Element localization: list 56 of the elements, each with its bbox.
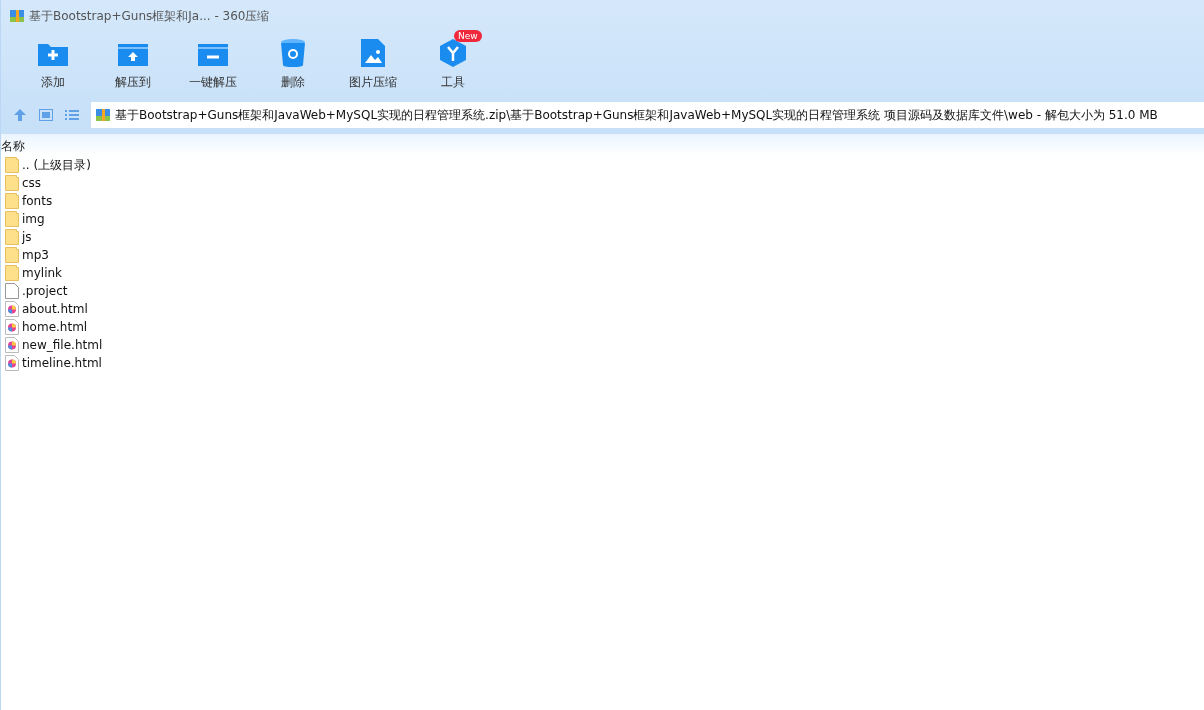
- folder-icon: [5, 229, 19, 245]
- file-name: .. (上级目录): [22, 156, 91, 174]
- recycle-bin-icon: [280, 38, 306, 68]
- archive-path: 基于Bootstrap+Guns框架和JavaWeb+MySQL实现的日程管理系统.zip\基于Bootstrap+Guns框架和JavaWeb+MySQL实现的日程管理系统 项目源码及数据库文件\web - 解包大小为 51.0 MB: [115, 106, 1158, 124]
- file-name: home.html: [22, 320, 88, 334]
- image-file-icon: [360, 38, 386, 68]
- file-name: new_file.html: [22, 338, 103, 352]
- file-row[interactable]: .project: [5, 282, 1204, 300]
- file-name: timeline.html: [22, 356, 102, 370]
- html-file-icon: [5, 301, 19, 317]
- file-row[interactable]: fonts: [5, 192, 1204, 210]
- file-name: img: [22, 212, 45, 226]
- file-name: mp3: [22, 248, 49, 262]
- archive-icon: [95, 107, 111, 123]
- html-file-icon: [5, 355, 19, 371]
- file-row[interactable]: .. (上级目录): [5, 156, 1204, 174]
- html-file-icon: [5, 319, 19, 335]
- file-name: css: [22, 176, 42, 190]
- file-row[interactable]: timeline.html: [5, 354, 1204, 372]
- column-title[interactable]: 名称: [1, 137, 25, 155]
- address-bar[interactable]: 基于Bootstrap+Guns框架和JavaWeb+MySQL实现的日程管理系统.zip\基于Bootstrap+Guns框架和JavaWeb+MySQL实现的日程管理系统 项目源码及数据库文件\web - 解包大小为 51.0 MB: [91, 102, 1204, 128]
- file-name: .project: [22, 284, 68, 298]
- file-row[interactable]: css: [5, 174, 1204, 192]
- folder-icon: [5, 247, 19, 263]
- file-row[interactable]: about.html: [5, 300, 1204, 318]
- file-row[interactable]: home.html: [5, 318, 1204, 336]
- file-row[interactable]: js: [5, 228, 1204, 246]
- archive-icon: [9, 8, 25, 24]
- folder-icon: [5, 175, 19, 191]
- file-icon: [5, 283, 19, 299]
- toolbar-button[interactable]: New 工具: [413, 32, 493, 98]
- column-header[interactable]: 名称: [1, 134, 1204, 156]
- window-title: 基于Bootstrap+Guns框架和Ja... - 360压缩: [29, 7, 270, 25]
- toolbar-button[interactable]: 删除: [253, 32, 333, 98]
- toolbar-button[interactable]: 一键解压: [173, 32, 253, 98]
- file-row[interactable]: mylink: [5, 264, 1204, 282]
- file-row[interactable]: mp3: [5, 246, 1204, 264]
- up-arrow-icon[interactable]: [13, 108, 27, 122]
- cube-icon: [438, 38, 468, 68]
- html-file-icon: [5, 337, 19, 353]
- toolbar-button[interactable]: 解压到: [93, 32, 173, 98]
- folder-icon: [5, 157, 19, 173]
- folder-icon: [5, 193, 19, 209]
- folder-icon: [5, 265, 19, 281]
- file-name: about.html: [22, 302, 88, 316]
- file-row[interactable]: new_file.html: [5, 336, 1204, 354]
- toolbar-button[interactable]: 图片压缩: [333, 32, 413, 98]
- file-row[interactable]: img: [5, 210, 1204, 228]
- thumbnail-view-icon[interactable]: [39, 109, 53, 121]
- file-name: js: [22, 230, 32, 244]
- list-view-icon[interactable]: [65, 109, 79, 121]
- new-badge: New: [454, 30, 482, 42]
- file-name: fonts: [22, 194, 53, 208]
- folder-icon: [5, 211, 19, 227]
- toolbar-button[interactable]: 添加: [13, 32, 93, 98]
- file-name: mylink: [22, 266, 62, 280]
